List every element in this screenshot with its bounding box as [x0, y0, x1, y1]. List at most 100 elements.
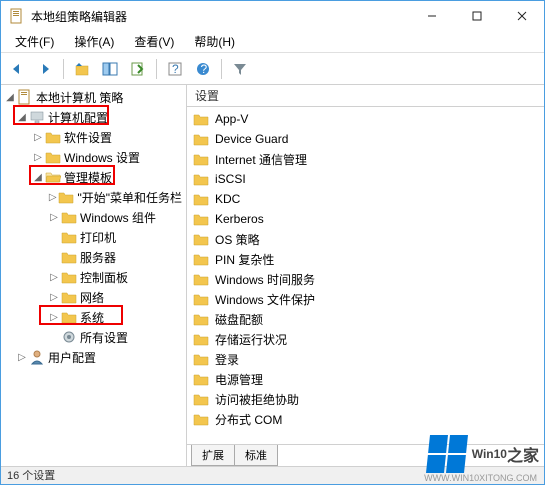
tree-printers[interactable]: 打印机 [1, 227, 186, 247]
list-item[interactable]: Device Guard [187, 129, 544, 149]
tree-label: 所有设置 [80, 329, 128, 346]
tree-root[interactable]: ◢ 本地计算机 策略 [1, 87, 186, 107]
up-button[interactable] [70, 57, 94, 81]
tree-system[interactable]: ▷ 系统 [1, 307, 186, 327]
list-item[interactable]: PIN 复杂性 [187, 249, 544, 269]
tree-label: 控制面板 [80, 269, 128, 286]
expand-icon[interactable]: ▷ [31, 152, 45, 163]
folder-icon [193, 371, 209, 387]
filter-button[interactable] [228, 57, 252, 81]
svg-text:?: ? [172, 62, 179, 76]
folder-icon [61, 309, 77, 325]
list-item-label: 电源管理 [215, 371, 263, 388]
tree-start-menu[interactable]: ▷ "开始"菜单和任务栏 [1, 187, 186, 207]
show-hide-tree-button[interactable] [98, 57, 122, 81]
list-item[interactable]: KDC [187, 189, 544, 209]
list-body[interactable]: App-V Device GuardInternet 通信管理iSCSI KDC Ke… [187, 107, 544, 444]
folder-icon [45, 149, 61, 165]
toolbar-separator [221, 59, 222, 79]
tab-extended[interactable]: 扩展 [191, 445, 235, 466]
expand-icon[interactable]: ◢ [31, 172, 45, 183]
menu-help[interactable]: 帮助(H) [184, 31, 245, 52]
list-item[interactable]: OS 策略 [187, 229, 544, 249]
tree-label: 管理模板 [64, 169, 112, 186]
tree-label: 本地计算机 策略 [36, 89, 123, 106]
tree-windows-settings[interactable]: ▷ Windows 设置 [1, 147, 186, 167]
list-item[interactable]: App-V [187, 109, 544, 129]
export-button[interactable] [126, 57, 150, 81]
expand-icon[interactable]: ▷ [15, 352, 29, 363]
expand-icon [47, 252, 61, 263]
expand-icon[interactable]: ◢ [3, 92, 17, 103]
list-item[interactable]: iSCSI [187, 169, 544, 189]
help-button[interactable]: ? [191, 57, 215, 81]
list-item-label: App-V [215, 112, 248, 126]
tree-control-panel[interactable]: ▷ 控制面板 [1, 267, 186, 287]
folder-icon [193, 211, 209, 227]
list-item[interactable]: 访问被拒绝协助 [187, 389, 544, 409]
settings-icon [61, 329, 77, 345]
folder-icon [193, 331, 209, 347]
svg-text:?: ? [201, 62, 208, 76]
tab-standard[interactable]: 标准 [234, 445, 278, 466]
list-item[interactable]: 存储运行状况 [187, 329, 544, 349]
menu-file[interactable]: 文件(F) [5, 31, 64, 52]
tree-computer-config[interactable]: ◢ 计算机配置 [1, 107, 186, 127]
list-item[interactable]: Windows 文件保护 [187, 289, 544, 309]
tree-pane[interactable]: ◢ 本地计算机 策略 ◢ 计算机配置 ▷ 软件设置 ▷ Windows 设置 ◢ [1, 85, 187, 466]
list-item[interactable]: 磁盘配额 [187, 309, 544, 329]
list-item[interactable]: Kerberos [187, 209, 544, 229]
title-bar: 本地组策略编辑器 [1, 1, 544, 31]
folder-icon [61, 289, 77, 305]
window-title: 本地组策略编辑器 [31, 8, 409, 25]
toolbar-separator [156, 59, 157, 79]
tree-label: Windows 设置 [64, 149, 140, 166]
forward-button[interactable] [33, 57, 57, 81]
tree-all-settings[interactable]: 所有设置 [1, 327, 186, 347]
list-item-label: 登录 [215, 351, 239, 368]
tree-admin-templates[interactable]: ◢ 管理模板 [1, 167, 186, 187]
list-item[interactable]: 电源管理 [187, 369, 544, 389]
computer-icon [29, 109, 45, 125]
list-pane: 设置 App-V Device GuardInternet 通信管理iSCSI KD… [187, 85, 544, 466]
tree-label: 软件设置 [64, 129, 112, 146]
maximize-button[interactable] [454, 1, 499, 31]
tree-label: 用户配置 [48, 349, 96, 366]
tree-servers[interactable]: 服务器 [1, 247, 186, 267]
list-item[interactable]: 分布式 COM [187, 409, 544, 429]
folder-icon [193, 171, 209, 187]
list-item-label: KDC [215, 192, 240, 206]
list-item[interactable]: 登录 [187, 349, 544, 369]
tree-user-config[interactable]: ▷ 用户配置 [1, 347, 186, 367]
folder-icon [193, 351, 209, 367]
expand-icon [47, 232, 61, 243]
folder-icon [61, 229, 77, 245]
menu-view[interactable]: 查看(V) [124, 31, 184, 52]
menu-action[interactable]: 操作(A) [64, 31, 124, 52]
expand-icon[interactable]: ▷ [47, 292, 61, 303]
back-button[interactable] [5, 57, 29, 81]
tree-label: 打印机 [80, 229, 116, 246]
expand-icon[interactable]: ◢ [15, 112, 29, 123]
list-item[interactable]: Windows 时间服务 [187, 269, 544, 289]
close-button[interactable] [499, 1, 544, 31]
list-item-label: PIN 复杂性 [215, 251, 274, 268]
expand-icon[interactable]: ▷ [31, 132, 45, 143]
list-column-header[interactable]: 设置 [187, 85, 544, 107]
expand-icon[interactable]: ▷ [47, 212, 61, 223]
expand-icon[interactable]: ▷ [47, 272, 61, 283]
folder-icon [193, 131, 209, 147]
refresh-button[interactable]: ? [163, 57, 187, 81]
tree-windows-components[interactable]: ▷ Windows 组件 [1, 207, 186, 227]
list-item-label: 磁盘配额 [215, 311, 263, 328]
expand-icon[interactable]: ▷ [47, 312, 61, 323]
list-item-label: 分布式 COM [215, 411, 282, 428]
list-item-label: Windows 文件保护 [215, 291, 315, 308]
minimize-button[interactable] [409, 1, 454, 31]
tree-network[interactable]: ▷ 网络 [1, 287, 186, 307]
list-item[interactable]: Internet 通信管理 [187, 149, 544, 169]
folder-icon [45, 129, 61, 145]
tree-software-settings[interactable]: ▷ 软件设置 [1, 127, 186, 147]
expand-icon[interactable]: ▷ [47, 192, 58, 203]
folder-icon [58, 189, 74, 205]
